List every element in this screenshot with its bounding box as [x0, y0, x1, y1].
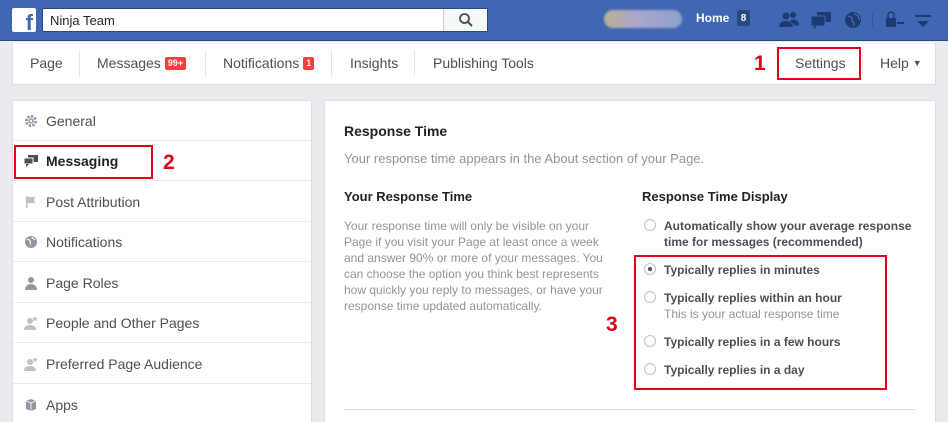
- messages-badge: 99+: [164, 56, 187, 70]
- sidebar-item-post-attribution[interactable]: Post Attribution: [13, 182, 311, 222]
- sidebar-item-label: People and Other Pages: [46, 315, 200, 331]
- profile-link[interactable]: [604, 10, 682, 28]
- annotation-box-settings: [777, 47, 861, 80]
- sidebar-item-label: Post Attribution: [46, 194, 141, 210]
- section-title: Response Time: [344, 123, 448, 139]
- annotation-box-messaging: [14, 145, 153, 179]
- section-subtitle: Your response time appears in the About …: [344, 151, 705, 166]
- search-button[interactable]: [443, 9, 487, 31]
- annotation-number-1: 1: [754, 52, 766, 75]
- sidebar-item-general[interactable]: General: [13, 101, 311, 141]
- apps-icon: [25, 399, 37, 411]
- option-automatic[interactable]: Automatically show your average response…: [644, 218, 914, 250]
- sidebar-item-label: Page Roles: [46, 275, 119, 291]
- tab-notifications-label: Notifications: [223, 55, 300, 71]
- radio-button[interactable]: [644, 219, 656, 231]
- person-star-icon: [24, 316, 38, 330]
- annotation-number-2: 2: [163, 151, 175, 174]
- nav-divider: [331, 50, 332, 76]
- sidebar-item-page-roles[interactable]: Page Roles: [13, 263, 311, 303]
- notifications-globe-icon[interactable]: [842, 10, 864, 30]
- tab-help-label: Help: [880, 55, 909, 71]
- gear-icon: [25, 115, 37, 127]
- nav-divider: [79, 50, 80, 76]
- nav-divider: [205, 50, 206, 76]
- search-box: [42, 8, 488, 32]
- tab-publishing-tools-label: Publishing Tools: [433, 55, 534, 71]
- sidebar-item-apps[interactable]: Apps: [13, 385, 311, 422]
- notifications-badge: 1: [303, 56, 315, 70]
- nav-divider: [862, 50, 863, 76]
- tab-insights[interactable]: Insights: [350, 42, 398, 84]
- tab-page[interactable]: Page: [30, 42, 63, 84]
- option-label: Automatically show your average response…: [664, 219, 912, 249]
- tab-help[interactable]: Help ▼: [880, 42, 922, 84]
- facebook-logo-icon[interactable]: f: [12, 8, 36, 34]
- sidebar-item-preferred-page-audience[interactable]: Preferred Page Audience: [13, 344, 311, 384]
- section-divider: [344, 409, 916, 410]
- sidebar-item-people-and-other-pages[interactable]: People and Other Pages: [13, 303, 311, 343]
- tab-messages-label: Messages: [97, 55, 161, 71]
- globe-icon: [25, 236, 37, 248]
- messages-icon[interactable]: [810, 10, 832, 30]
- flag-icon: [26, 196, 36, 208]
- nav-divider: [414, 50, 415, 76]
- sidebar-item-label: General: [46, 113, 96, 129]
- response-time-display-heading: Response Time Display: [642, 189, 788, 204]
- sidebar-item-label: Notifications: [46, 234, 123, 250]
- tab-messages[interactable]: Messages 99+: [97, 42, 187, 84]
- home-link[interactable]: Home: [696, 11, 729, 25]
- search-input[interactable]: [43, 9, 443, 31]
- search-icon: [458, 13, 473, 27]
- chevron-down-icon: ▼: [912, 58, 922, 68]
- tab-notifications[interactable]: Notifications 1: [223, 42, 315, 84]
- tab-insights-label: Insights: [350, 55, 399, 71]
- annotation-number-3: 3: [606, 313, 618, 336]
- person-icon: [25, 277, 37, 290]
- privacy-shortcuts-icon[interactable]: [884, 10, 906, 30]
- friend-requests-icon[interactable]: [778, 10, 800, 30]
- account-menu-icon[interactable]: [912, 10, 934, 30]
- sidebar-item-notifications[interactable]: Notifications: [13, 222, 311, 262]
- top-bar: f Home 8: [0, 0, 948, 41]
- sidebar-item-label: Apps: [46, 397, 78, 413]
- sidebar-item-label: Preferred Page Audience: [46, 356, 203, 372]
- person-star-icon: [24, 357, 38, 371]
- your-response-time-heading: Your Response Time: [344, 189, 473, 204]
- tab-page-label: Page: [30, 55, 63, 71]
- home-count-badge: 8: [737, 10, 750, 26]
- annotation-box-options: [634, 255, 887, 390]
- response-time-description: Your response time will only be visible …: [344, 219, 603, 313]
- tab-publishing-tools[interactable]: Publishing Tools: [433, 42, 534, 84]
